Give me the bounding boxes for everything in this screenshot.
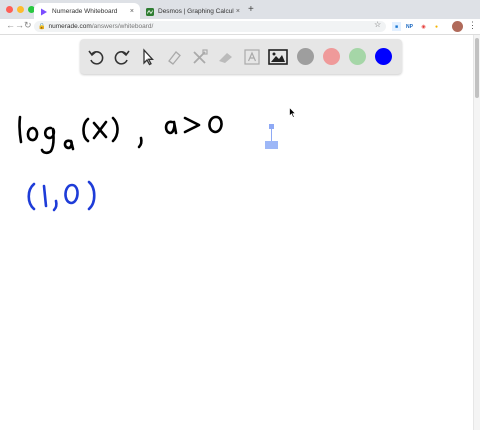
selection-connector <box>271 129 272 141</box>
selection-box[interactable] <box>265 141 278 149</box>
handwriting-log-expression <box>18 115 223 155</box>
handwriting-point-coordinates <box>27 180 96 212</box>
scrollbar-thumb[interactable] <box>475 38 479 98</box>
handwriting-layer <box>18 115 223 212</box>
mouse-cursor-icon <box>289 107 297 118</box>
